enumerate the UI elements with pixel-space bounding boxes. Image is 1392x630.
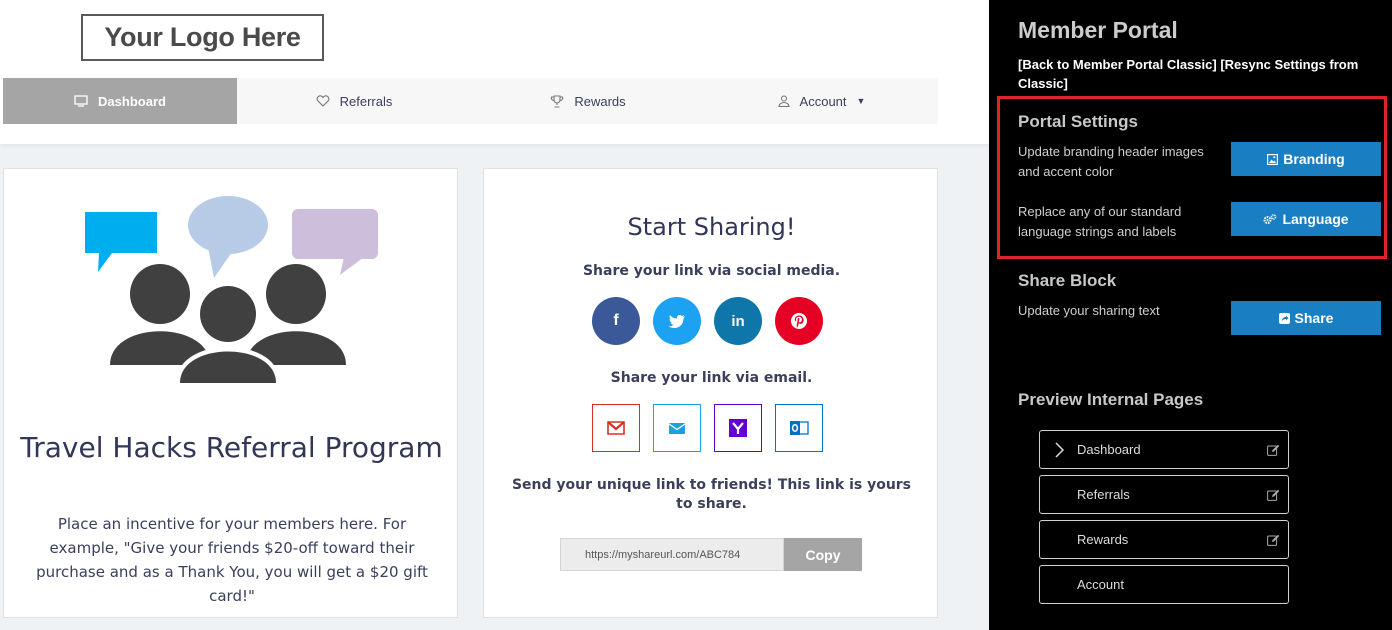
branding-description: Update branding header images and accent…: [1018, 144, 1204, 179]
sidebar-title: Member Portal: [1018, 17, 1178, 43]
nav-referrals[interactable]: Referrals: [237, 78, 471, 124]
twitter-icon[interactable]: [653, 297, 701, 345]
image-icon: [1267, 153, 1279, 165]
share-button[interactable]: Share: [1231, 301, 1381, 335]
main-content: Your Logo Here Dashboard Referrals Rewar…: [0, 0, 989, 630]
nav-label: Referrals: [339, 93, 393, 109]
nav-rewards[interactable]: Rewards: [471, 78, 705, 124]
gears-icon: [1263, 213, 1277, 224]
share-block-title: Share Block: [1018, 271, 1117, 290]
program-title: Travel Hacks Referral Program: [20, 431, 443, 464]
share-url-field[interactable]: https://myshareurl.com/ABC784: [560, 538, 784, 571]
nav-account[interactable]: Account ▼: [705, 78, 938, 124]
member-portal-sidebar: Member Portal [Back to Member Portal Cla…: [989, 0, 1392, 630]
edit-icon[interactable]: [1267, 444, 1280, 456]
preview-pages-title: Preview Internal Pages: [1018, 390, 1204, 409]
language-description: Replace any of our standard language str…: [1018, 204, 1182, 239]
preview-page-referrals[interactable]: Referrals: [1039, 475, 1289, 514]
social-buttons: f in: [592, 297, 823, 345]
back-to-classic-link[interactable]: [Back to Member Portal Classic]: [1018, 57, 1217, 72]
send-link-text: Send your unique link to friends! This l…: [511, 477, 912, 512]
nav-label: Rewards: [574, 93, 626, 109]
social-share-label: Share your link via social media.: [582, 263, 841, 279]
nav-label: Account: [799, 93, 847, 109]
email-buttons: [592, 404, 823, 452]
edit-icon[interactable]: [1267, 534, 1280, 546]
monitor-icon: [74, 95, 88, 107]
sharing-card: Start Sharing! Share your link via socia…: [483, 168, 938, 618]
chevron-right-icon: [1055, 442, 1064, 458]
email-share-label: Share your link via email.: [610, 370, 813, 386]
branding-button[interactable]: Branding: [1231, 142, 1381, 176]
share-block-description: Update your sharing text: [1018, 303, 1160, 318]
preview-page-dashboard[interactable]: Dashboard: [1039, 430, 1289, 469]
heart-icon: [316, 95, 330, 107]
user-icon: [777, 95, 790, 107]
copy-button[interactable]: Copy: [784, 538, 862, 571]
linkedin-icon[interactable]: in: [714, 297, 762, 345]
program-card: Travel Hacks Referral Program Place an i…: [3, 168, 458, 618]
preview-page-account[interactable]: Account: [1039, 565, 1289, 604]
caret-down-icon: ▼: [856, 96, 866, 106]
program-description: Place an incentive for your members here…: [36, 515, 428, 605]
people-illustration: [85, 196, 378, 383]
logo: Your Logo Here: [81, 14, 324, 61]
language-button[interactable]: Language: [1231, 202, 1381, 236]
outlook-icon[interactable]: [775, 404, 823, 452]
sidebar-links: [Back to Member Portal Classic] [Resync …: [1018, 55, 1378, 93]
header: Your Logo Here Dashboard Referrals Rewar…: [0, 0, 989, 144]
portal-settings-title: Portal Settings: [1018, 112, 1138, 131]
edit-icon[interactable]: [1267, 489, 1280, 501]
sharing-title: Start Sharing!: [627, 213, 796, 241]
trophy-icon: [551, 94, 564, 108]
pinterest-icon[interactable]: [775, 297, 823, 345]
preview-page-rewards[interactable]: Rewards: [1039, 520, 1289, 559]
gmail-icon[interactable]: [592, 404, 640, 452]
facebook-icon[interactable]: f: [592, 297, 640, 345]
main-nav: Dashboard Referrals Rewards Account ▼: [3, 78, 938, 124]
nav-label: Dashboard: [98, 93, 166, 109]
yahoo-icon[interactable]: [714, 404, 762, 452]
mail-icon[interactable]: [653, 404, 701, 452]
nav-dashboard[interactable]: Dashboard: [3, 78, 237, 124]
share-square-icon: [1278, 312, 1290, 324]
